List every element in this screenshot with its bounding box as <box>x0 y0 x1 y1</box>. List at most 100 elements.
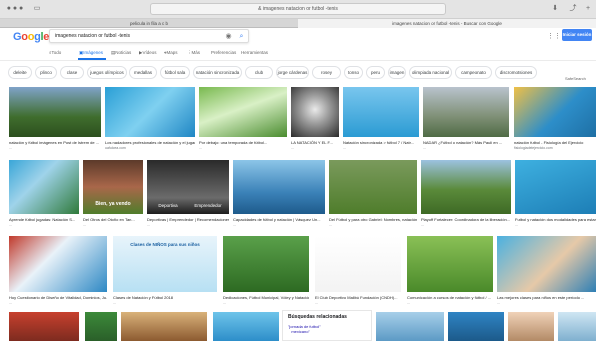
image-results-grid: natación y fútbol imágenes en Post de Is… <box>0 0 596 341</box>
image-result[interactable]: Del Fútbol y para otro Gabriel: Nombres,… <box>329 160 417 234</box>
image-result[interactable]: El Club Deportivo Malibú Fundación (CNDH… <box>315 236 401 312</box>
image-result[interactable]: Dedicaciones, Fútbol Municipal, Vóley y … <box>223 236 309 312</box>
result-thumbnail[interactable] <box>233 160 325 214</box>
result-caption[interactable]: Capacidades de fútbol y natación | Vásqu… <box>233 217 325 222</box>
result-source: ... <box>233 223 236 227</box>
result-thumbnail[interactable] <box>105 87 195 137</box>
image-result[interactable]: NADAR ¿Fútbol o natación? Más Pauli en .… <box>423 87 509 157</box>
result-thumbnail[interactable] <box>343 87 419 137</box>
image-result[interactable]: Los nadadores profesionales de natación … <box>105 87 195 157</box>
image-result[interactable]: natación futbol - Fisiología del Ejercic… <box>514 87 596 157</box>
result-caption[interactable]: Aprende fútbol jugadas: Natación S... <box>9 217 79 222</box>
result-thumbnail[interactable] <box>315 236 401 292</box>
result-caption[interactable]: Del Fútbol y para otro Gabriel: Nombres,… <box>329 217 417 222</box>
result-thumbnail[interactable] <box>448 312 504 341</box>
image-result[interactable] <box>9 312 79 341</box>
result-thumbnail[interactable] <box>514 87 596 137</box>
result-caption[interactable]: Natación sincronizada > fútbol 7 / Natr.… <box>343 140 419 145</box>
thumbnail-text: Emprendedor <box>194 203 222 208</box>
result-source: ... <box>515 223 518 227</box>
result-thumbnail[interactable] <box>508 312 554 341</box>
image-result[interactable]: Las mejores clases para niños en este pe… <box>497 236 596 312</box>
result-thumbnail[interactable] <box>9 87 101 137</box>
result-thumbnail[interactable] <box>9 312 79 341</box>
result-thumbnail[interactable] <box>423 87 509 137</box>
result-thumbnail[interactable] <box>9 160 79 214</box>
result-caption[interactable]: Por debajo: una temporada de fútbol... <box>199 140 287 145</box>
result-thumbnail[interactable] <box>85 312 117 341</box>
result-thumbnail[interactable] <box>291 87 339 137</box>
related-search-item[interactable]: "jornada de futbol" mexicano" <box>288 324 321 334</box>
result-thumbnail[interactable] <box>199 87 287 137</box>
result-caption[interactable]: Dedicaciones, Fútbol Municipal, Vóley y … <box>223 295 309 300</box>
result-thumbnail[interactable] <box>421 160 511 214</box>
image-result[interactable]: Capacidades de fútbol y natación | Vásqu… <box>233 160 325 234</box>
result-caption[interactable]: natación y fútbol imágenes en Post de Is… <box>9 140 101 145</box>
result-source: ... <box>329 223 332 227</box>
image-result[interactable] <box>85 312 117 341</box>
result-source: uafulcea.com <box>105 146 126 150</box>
result-source: ... <box>9 223 12 227</box>
result-source: ... <box>223 301 226 305</box>
result-thumbnail[interactable] <box>515 160 596 214</box>
result-thumbnail[interactable] <box>407 236 493 292</box>
result-source: ... <box>423 146 426 150</box>
thumbnail-text: Clases de NIÑOS para sus niños <box>130 242 200 247</box>
image-result[interactable] <box>448 312 504 341</box>
result-source: ... <box>9 146 12 150</box>
result-source: ... <box>343 146 346 150</box>
result-thumbnail[interactable] <box>558 312 596 341</box>
result-source: ... <box>83 223 86 227</box>
result-caption[interactable]: Playoff Fortalecer: Coordinadora de la l… <box>421 217 511 222</box>
result-source: ... <box>315 301 318 305</box>
result-caption[interactable]: Las mejores clases para niños en este pe… <box>497 295 596 300</box>
image-result[interactable]: Del Otros del Otoño en Tan...... <box>83 160 143 234</box>
result-thumbnail[interactable] <box>223 236 309 292</box>
result-caption[interactable]: El Club Deportivo Malibú Fundación (CNDH… <box>315 295 401 300</box>
result-caption[interactable]: Clases de Natación y Fútbol 2018 <box>113 295 217 300</box>
result-thumbnail[interactable] <box>376 312 444 341</box>
result-caption[interactable]: Comunicación a cursos de natación y fútb… <box>407 295 493 300</box>
result-source: ... <box>199 146 202 150</box>
result-caption[interactable]: natación futbol - Fisiología del Ejercic… <box>514 140 596 145</box>
image-result[interactable]: Aprende fútbol jugadas: Natación S...... <box>9 160 79 234</box>
result-source: ... <box>9 301 12 305</box>
image-result[interactable]: natación y fútbol imágenes en Post de Is… <box>9 87 101 157</box>
image-result[interactable]: LA NATACIÓN Y EL F...... <box>291 87 339 157</box>
image-result[interactable] <box>376 312 444 341</box>
result-source: ... <box>147 223 150 227</box>
result-source: ... <box>407 301 410 305</box>
image-result[interactable]: Hoy Cuestionario de Diseño de Vitalidad,… <box>9 236 107 312</box>
browser-window: ● ● ● ▭ & imagenes natacion or futbol -t… <box>0 0 596 341</box>
result-caption[interactable]: Del Otros del Otoño en Tan... <box>83 217 143 222</box>
result-caption[interactable]: Los nadadores profesionales de natación … <box>105 140 195 145</box>
result-thumbnail[interactable] <box>9 236 107 292</box>
result-source: ... <box>497 301 500 305</box>
result-thumbnail[interactable] <box>329 160 417 214</box>
result-thumbnail[interactable] <box>121 312 207 341</box>
result-caption[interactable]: NADAR ¿Fútbol o natación? Más Pauli en .… <box>423 140 509 145</box>
result-caption[interactable]: Hoy Cuestionario de Diseño de Vitalidad,… <box>9 295 107 300</box>
result-caption[interactable]: Futbol y natación dos modalidades para e… <box>515 217 596 222</box>
result-source: ... <box>421 223 424 227</box>
image-result[interactable]: Playoff Fortalecer: Coordinadora de la l… <box>421 160 511 234</box>
image-result[interactable]: Natación sincronizada > fútbol 7 / Natr.… <box>343 87 419 157</box>
image-result[interactable] <box>558 312 596 341</box>
image-result[interactable]: Por debajo: una temporada de fútbol.....… <box>199 87 287 157</box>
image-result[interactable]: Futbol y natación dos modalidades para e… <box>515 160 596 234</box>
result-thumbnail[interactable] <box>497 236 596 292</box>
image-result[interactable] <box>213 312 279 341</box>
related-searches-card[interactable]: Búsquedas relacionadas "jornada de futbo… <box>282 310 372 341</box>
image-result[interactable]: Comunicación a cursos de natación y fútb… <box>407 236 493 312</box>
thumbnail-text: Bien, ya vendo <box>95 201 131 207</box>
result-caption[interactable]: LA NATACIÓN Y EL F... <box>291 140 339 145</box>
thumbnail-text: Deportiva <box>158 203 178 208</box>
image-result[interactable] <box>121 312 207 341</box>
result-source: fisiologiadelejercicio.com <box>514 146 553 150</box>
result-caption[interactable]: Deportivas | Emprendedor | Recomendacion… <box>147 217 229 222</box>
image-result[interactable]: Clases de Natación y Fútbol 2018... <box>113 236 217 312</box>
image-result[interactable] <box>508 312 554 341</box>
result-source: ... <box>113 301 116 305</box>
image-result[interactable]: Deportivas | Emprendedor | Recomendacion… <box>147 160 229 234</box>
result-thumbnail[interactable] <box>213 312 279 341</box>
